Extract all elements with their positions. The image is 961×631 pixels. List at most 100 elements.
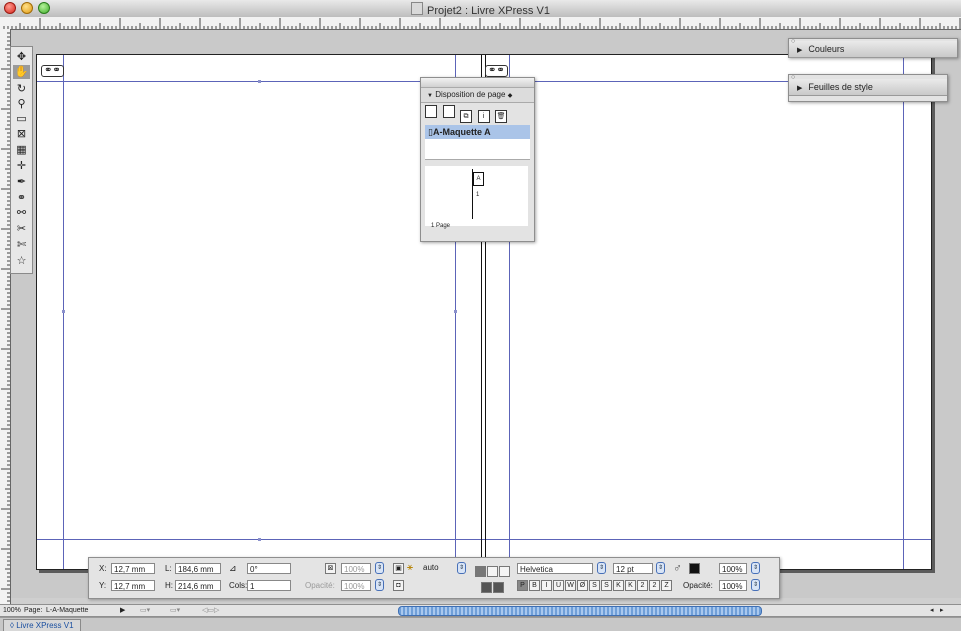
- master-list-area[interactable]: [425, 139, 530, 160]
- style-sheets-panel-header[interactable]: ▶ Feuilles de style: [789, 79, 947, 96]
- table-tool-icon[interactable]: ▦: [13, 143, 30, 157]
- line-tool-icon[interactable]: ✛: [13, 159, 30, 173]
- width-field[interactable]: 184,6 mm: [175, 563, 221, 574]
- page-layout-panel[interactable]: ▼ Disposition de page ◆ ⧉ i 🗑 ▯A-Maquett…: [420, 77, 535, 242]
- opacity-field-left[interactable]: 100%: [341, 580, 371, 591]
- y-field[interactable]: 12,7 mm: [111, 580, 155, 591]
- document-tab[interactable]: ◊ Livre XPress V1: [3, 619, 81, 631]
- align-right-icon[interactable]: [499, 566, 510, 577]
- font-size-stepper[interactable]: ⇕: [656, 562, 665, 574]
- font-size-field[interactable]: 12 pt: [613, 563, 653, 574]
- linking-tool-icon[interactable]: ⚭: [13, 191, 30, 205]
- panel-menu-icon[interactable]: ◆: [508, 93, 513, 99]
- content-tool-icon[interactable]: ✋: [13, 65, 30, 79]
- text-box-tool-icon[interactable]: ▭: [13, 112, 30, 126]
- single-page-icon[interactable]: [425, 105, 437, 118]
- page-layout-panel-header[interactable]: ▼ Disposition de page ◆: [421, 88, 534, 103]
- zoom-field[interactable]: 100%: [3, 605, 21, 616]
- chain-link-icon[interactable]: ⚭⚭: [485, 65, 508, 77]
- opacity-stepper-right[interactable]: ⇕: [751, 579, 760, 591]
- type-style-button[interactable]: B: [529, 580, 540, 591]
- disclosure-triangle-icon[interactable]: ▼: [427, 93, 433, 99]
- type-style-button[interactable]: P: [517, 580, 528, 591]
- angle-field[interactable]: 0°: [247, 563, 291, 574]
- type-style-button[interactable]: S: [589, 580, 600, 591]
- horizontal-ruler[interactable]: [0, 17, 961, 30]
- scroll-left-icon[interactable]: ◂: [930, 605, 934, 616]
- text-box-icon[interactable]: ▣: [393, 563, 404, 574]
- align-force-icon[interactable]: [493, 582, 504, 593]
- columns-field[interactable]: 1: [247, 580, 291, 591]
- type-style-button[interactable]: 2: [649, 580, 660, 591]
- page-layout-panel-titlebar[interactable]: [421, 78, 534, 88]
- unlinking-tool-icon[interactable]: ⚯: [13, 206, 30, 220]
- text-frame-icon[interactable]: ◘: [393, 580, 404, 591]
- type-style-button[interactable]: U: [553, 580, 564, 591]
- shade-stepper[interactable]: ⇕: [751, 562, 760, 574]
- leading-field[interactable]: auto: [423, 563, 439, 572]
- type-style-button[interactable]: K: [625, 580, 636, 591]
- zoom-tool-icon[interactable]: ⚲: [13, 97, 30, 111]
- type-style-button[interactable]: Z: [661, 580, 672, 591]
- history-icon[interactable]: ◁▭▷: [202, 605, 219, 616]
- box-handle[interactable]: [258, 80, 261, 83]
- disclosure-triangle-icon[interactable]: ▶: [797, 85, 802, 92]
- panel-close-icon[interactable]: ○: [791, 38, 795, 45]
- rotate-tool-icon[interactable]: ↻: [13, 82, 30, 96]
- scissors-tool-icon[interactable]: ✂: [13, 222, 30, 236]
- scale-icon[interactable]: ⊠: [325, 563, 336, 574]
- duplicate-icon[interactable]: ⧉: [460, 110, 473, 123]
- disclosure-triangle-icon[interactable]: ▶: [797, 47, 802, 54]
- type-style-button[interactable]: Ø: [577, 580, 588, 591]
- x-field[interactable]: 12,7 mm: [111, 563, 155, 574]
- opacity-stepper-left[interactable]: ⇕: [375, 579, 384, 591]
- vertical-ruler-ticks: [1, 32, 10, 606]
- font-field[interactable]: Helvetica: [517, 563, 593, 574]
- opacity-field-right[interactable]: 100%: [719, 580, 747, 591]
- views-icon[interactable]: ▭▾: [170, 605, 180, 616]
- horizontal-scrollbar-thumb[interactable]: [398, 606, 762, 616]
- page-thumbnail[interactable]: A: [473, 172, 484, 186]
- shade-field[interactable]: 100%: [719, 563, 747, 574]
- panel-close-icon[interactable]: ○: [791, 74, 795, 81]
- star-tool-icon[interactable]: ☆: [13, 254, 30, 268]
- box-handle[interactable]: [454, 310, 457, 313]
- align-left-icon[interactable]: [475, 566, 486, 577]
- master-page-item[interactable]: ▯A-Maquette A: [425, 125, 530, 139]
- info-icon[interactable]: i: [477, 110, 490, 123]
- page-thumbnails-area[interactable]: A 1: [425, 166, 528, 226]
- box-handle[interactable]: [62, 310, 65, 313]
- style-sheets-panel[interactable]: ○ ▶ Feuilles de style: [788, 74, 948, 102]
- scale-stepper[interactable]: ⇕: [375, 562, 384, 574]
- font-stepper[interactable]: ⇕: [597, 562, 606, 574]
- align-justify-icon[interactable]: [481, 582, 492, 593]
- box-handle[interactable]: [258, 538, 261, 541]
- scroll-right-icon[interactable]: ▸: [940, 605, 944, 616]
- pen-tool-icon[interactable]: ✒: [13, 175, 30, 189]
- page-count: 1 Page: [431, 223, 451, 229]
- page-menu-icon[interactable]: ▶: [120, 605, 125, 616]
- chain-link-icon[interactable]: ⚭⚭: [41, 65, 64, 77]
- height-field[interactable]: 214,6 mm: [175, 580, 221, 591]
- colors-panel[interactable]: ○ ▶ Couleurs: [788, 38, 958, 58]
- trash-icon[interactable]: 🗑: [495, 110, 508, 123]
- page-selector[interactable]: L-A-Maquette: [46, 605, 88, 616]
- scale-field[interactable]: 100%: [341, 563, 371, 574]
- layers-icon[interactable]: ▭▾: [140, 605, 150, 616]
- color-icon[interactable]: ♂: [673, 561, 682, 575]
- color-swatch[interactable]: [689, 563, 700, 574]
- item-tool-icon[interactable]: ✥: [13, 50, 30, 64]
- type-style-button[interactable]: S: [601, 580, 612, 591]
- type-style-button[interactable]: 2: [637, 580, 648, 591]
- picture-box-tool-icon[interactable]: ⊠: [13, 127, 30, 141]
- type-style-button[interactable]: W: [565, 580, 576, 591]
- type-style-button[interactable]: I: [541, 580, 552, 591]
- scissors-tool-icon[interactable]: ✄: [13, 238, 30, 252]
- leading-stepper[interactable]: ⇕: [457, 562, 466, 574]
- type-style-button[interactable]: K: [613, 580, 624, 591]
- window-title-bar: Projet2 : Livre XPress V1: [0, 0, 961, 18]
- colors-panel-header[interactable]: ▶ Couleurs: [789, 41, 957, 58]
- leading-icon: ⚹: [407, 562, 413, 573]
- facing-page-icon[interactable]: [442, 105, 455, 118]
- align-center-icon[interactable]: [487, 566, 498, 577]
